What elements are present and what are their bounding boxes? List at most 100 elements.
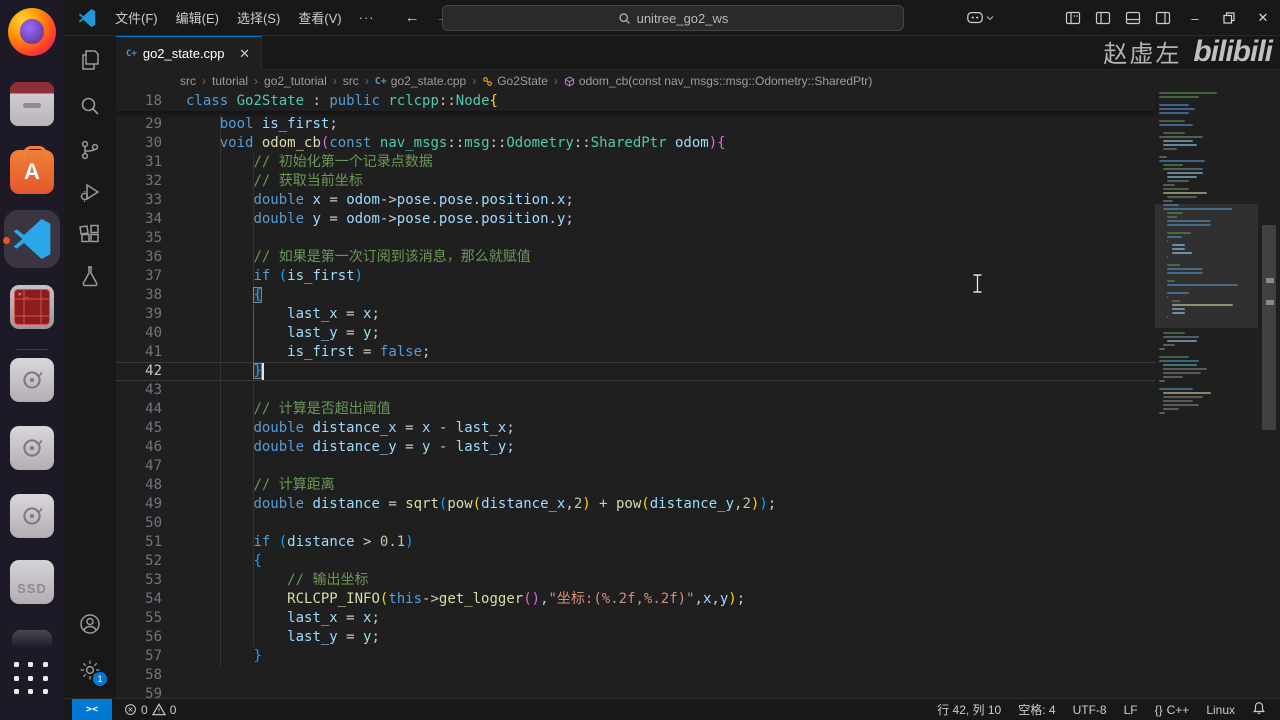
toggle-primary-sidebar-icon[interactable] — [1090, 5, 1116, 31]
hidden-app-icon[interactable] — [12, 630, 52, 648]
code-line-41[interactable]: 41 is_first = false; — [116, 343, 1155, 362]
code-line-54[interactable]: 54 RCLCPP_INFO(this->get_logger(),"坐标:(%… — [116, 590, 1155, 609]
status-item-eol[interactable]: LF — [1124, 703, 1138, 717]
status-item-cursor-position[interactable]: 行 42, 列 10 — [937, 701, 1001, 718]
code-line-29[interactable]: 29 bool is_first; — [116, 115, 1155, 134]
code-content: // 获取当前坐标 — [253, 173, 363, 189]
code-line-48[interactable]: 48 // 计算距离 — [116, 476, 1155, 495]
show-applications-icon[interactable] — [14, 662, 50, 696]
code-line-47[interactable]: 47 — [116, 457, 1155, 476]
code-line-40[interactable]: 40 last_y = y; — [116, 324, 1155, 343]
code-line-31[interactable]: 31 // 初始化第一个记录点数据 — [116, 153, 1155, 172]
status-item-remote-os[interactable]: Linux — [1206, 703, 1235, 717]
code-line-32[interactable]: 32 // 获取当前坐标 — [116, 172, 1155, 191]
restore-button[interactable] — [1212, 0, 1246, 36]
sticky-scroll-line[interactable]: 18 class Go2State : public rclcpp::Node{ — [116, 92, 1155, 111]
code-line-52[interactable]: 52 { — [116, 552, 1155, 571]
code-line-58[interactable]: 58 — [116, 666, 1155, 685]
source-control-icon[interactable] — [78, 138, 102, 162]
line-number: 36 — [145, 249, 162, 265]
code-line-30[interactable]: 30 void odom_cb(const nav_msgs::msg::Odo… — [116, 134, 1155, 153]
notifications-bell-icon[interactable] — [1252, 701, 1266, 718]
code-content: class Go2State : public rclcpp::Node{ — [186, 93, 498, 109]
status-item-label: UTF-8 — [1072, 702, 1107, 717]
minimap[interactable] — [1155, 92, 1258, 698]
editor[interactable]: 29 bool is_first; 30 void odom_cb(const n… — [116, 92, 1280, 698]
account-icon[interactable] — [78, 612, 102, 636]
copilot-icon[interactable] — [966, 11, 994, 25]
code-line-53[interactable]: 53 // 输出坐标 — [116, 571, 1155, 590]
disk-restore-icon-1[interactable] — [10, 358, 54, 402]
code-line-33[interactable]: 33 double x = odom->pose.pose.position.x… — [116, 191, 1155, 210]
line-number: 48 — [145, 477, 162, 493]
breadcrumb-item-0[interactable]: src — [180, 74, 196, 88]
code-line-42[interactable]: 42 } — [116, 362, 1155, 381]
code-line-45[interactable]: 45 double distance_x = x - last_x; — [116, 419, 1155, 438]
ssd-drive-icon[interactable]: SSD — [10, 560, 54, 604]
menu-overflow[interactable]: ··· — [351, 6, 383, 29]
testing-icon[interactable] — [78, 264, 102, 288]
remote-indicator[interactable]: >< — [72, 698, 112, 720]
code-line-57[interactable]: 57 } — [116, 647, 1155, 666]
status-item-label: LF — [1123, 702, 1138, 717]
code-line-34[interactable]: 34 double y = odom->pose.pose.position.y… — [116, 210, 1155, 229]
text-caret — [262, 363, 264, 380]
command-center-search[interactable]: unitree_go2_ws — [442, 5, 904, 31]
line-number: 33 — [145, 192, 162, 208]
menu-item-3[interactable]: 查看(V) — [289, 4, 350, 31]
code-line-56[interactable]: 56 last_y = y; — [116, 628, 1155, 647]
code-line-37[interactable]: 37 if (is_first) — [116, 267, 1155, 286]
disk-restore-icon-2[interactable] — [10, 426, 54, 470]
run-debug-icon[interactable] — [78, 180, 102, 204]
scrollbar-thumb[interactable] — [1262, 225, 1276, 430]
close-button[interactable]: ✕ — [1246, 0, 1280, 36]
breadcrumb-item-2[interactable]: go2_tutorial — [264, 74, 327, 88]
code-line-35[interactable]: 35 — [116, 229, 1155, 248]
tab-go2-state-cpp[interactable]: C+ go2_state.cpp ✕ — [116, 36, 262, 70]
breadcrumb-item-4[interactable]: C+ go2_state.cpp — [375, 74, 466, 88]
tab-close-icon[interactable]: ✕ — [236, 46, 253, 62]
status-item-encoding[interactable]: UTF-8 — [1073, 703, 1107, 717]
firefox-icon[interactable] — [8, 8, 56, 56]
code-line-39[interactable]: 39 last_x = x; — [116, 305, 1155, 324]
search-icon[interactable] — [78, 94, 102, 118]
code-line-55[interactable]: 55 last_x = x; — [116, 609, 1155, 628]
history-back-button[interactable]: ← — [397, 7, 428, 28]
code-line-59[interactable]: 59 — [116, 685, 1155, 698]
code-content — [162, 229, 186, 248]
breadcrumb-item-3[interactable]: src — [343, 74, 359, 88]
status-item-language-mode[interactable]: {} C++ — [1155, 703, 1190, 717]
terminal-icon[interactable] — [10, 285, 54, 329]
code-line-43[interactable]: 43 — [116, 381, 1155, 400]
menu-item-0[interactable]: 文件(F) — [106, 4, 167, 31]
problems-indicator[interactable]: 0 0 — [124, 703, 176, 717]
settings-gear-icon[interactable]: 1 — [78, 658, 107, 686]
explorer-icon[interactable] — [78, 48, 102, 72]
file-manager-icon[interactable] — [10, 82, 54, 126]
toggle-secondary-sidebar-icon[interactable] — [1150, 5, 1176, 31]
menu-item-1[interactable]: 编辑(E) — [167, 4, 228, 31]
vscode-dock-icon[interactable] — [4, 210, 60, 268]
status-item-indentation[interactable]: 空格: 4 — [1018, 701, 1055, 718]
code-line-50[interactable]: 50 — [116, 514, 1155, 533]
breadcrumb-item-5[interactable]: Go2State — [482, 74, 548, 88]
code-line-38[interactable]: 38 { — [116, 286, 1155, 305]
toggle-panel-icon[interactable] — [1120, 5, 1146, 31]
code-line-51[interactable]: 51 if (distance > 0.1) — [116, 533, 1155, 552]
breadcrumb-item-1[interactable]: tutorial — [212, 74, 248, 88]
code-line-46[interactable]: 46 double distance_y = y - last_y; — [116, 438, 1155, 457]
minimize-button[interactable]: – — [1178, 0, 1212, 36]
software-store-icon[interactable]: A — [10, 146, 54, 194]
breadcrumb-item-6[interactable]: odom_cb(const nav_msgs::msg::Odometry::S… — [564, 74, 872, 88]
customize-layout-icon[interactable] — [1060, 5, 1086, 31]
disk-restore-icon-3[interactable] — [10, 494, 54, 538]
breadcrumb-separator: › — [472, 74, 477, 88]
line-number: 57 — [145, 648, 162, 664]
code-line-44[interactable]: 44 // 计算是否超出阈值 — [116, 400, 1155, 419]
code-line-49[interactable]: 49 double distance = sqrt(pow(distance_x… — [116, 495, 1155, 514]
extensions-icon[interactable] — [78, 222, 102, 246]
code-content: void odom_cb(const nav_msgs::msg::Odomet… — [219, 135, 726, 151]
menu-item-2[interactable]: 选择(S) — [228, 4, 289, 31]
line-number: 47 — [145, 458, 162, 474]
code-line-36[interactable]: 36 // 如果是第一次订阅到该消息，那么就赋值 — [116, 248, 1155, 267]
